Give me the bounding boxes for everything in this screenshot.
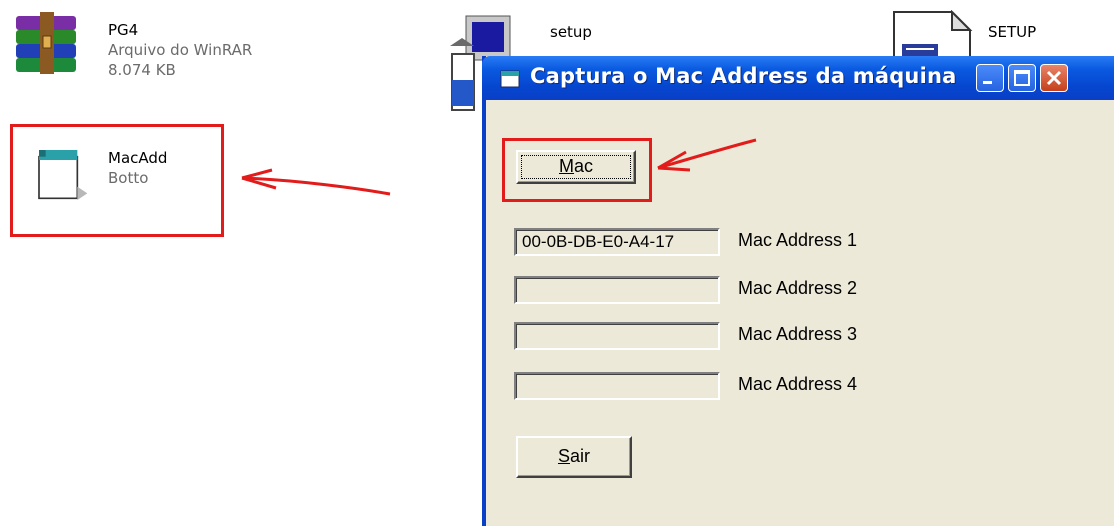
mac-address-label-1: Mac Address 1: [738, 230, 858, 250]
maximize-button[interactable]: [1008, 64, 1036, 92]
mac-address-label-4: Mac Address 4: [738, 374, 858, 394]
application-window-icon: [38, 150, 88, 200]
maximize-icon: [1014, 70, 1030, 86]
close-button[interactable]: [1040, 64, 1068, 92]
close-icon: [1046, 70, 1062, 86]
window-title: Captura o Mac Address da máquina: [530, 64, 957, 88]
file-type: Arquivo do WinRAR: [108, 41, 253, 59]
file-name: SETUP: [988, 23, 1037, 41]
file-type: Botto: [108, 169, 149, 187]
sair-button-accel: S: [557, 446, 570, 466]
title-bar[interactable]: Captura o Mac Address da máquina: [482, 56, 1114, 100]
file-name: setup: [550, 23, 592, 41]
mac-address-field-1[interactable]: 00-0B-DB-E0-A4-17: [514, 228, 720, 256]
red-arrow-icon: [657, 138, 757, 172]
red-arrow-icon: [241, 168, 391, 196]
file-name: PG4: [108, 21, 139, 39]
file-name: MacAdd: [108, 149, 168, 167]
mac-address-field-4[interactable]: [514, 372, 720, 400]
mac-address-field-2[interactable]: [514, 276, 720, 304]
minimize-button[interactable]: [976, 64, 1004, 92]
mac-capture-dialog: Captura o Mac Address da máquina Mac 00-…: [482, 56, 1114, 526]
desktop-item-setup-config[interactable]: SETUP: [890, 8, 1114, 69]
minimize-icon: [983, 81, 992, 84]
window-app-icon: [500, 70, 520, 88]
mac-address-field-3[interactable]: [514, 322, 720, 350]
winrar-archive-icon: [16, 12, 76, 74]
sair-button[interactable]: Sair: [516, 436, 632, 478]
sair-button-label: air: [570, 446, 591, 466]
desktop-item-pg4[interactable]: PG4 Arquivo do WinRAR 8.074 KB: [10, 8, 330, 88]
focus-ring: [521, 155, 631, 179]
mac-button[interactable]: Mac: [516, 150, 636, 184]
desktop-item-macadd[interactable]: MacAdd Botto: [10, 124, 224, 237]
mac-address-label-3: Mac Address 3: [738, 324, 858, 344]
file-size: 8.074 KB: [108, 61, 176, 79]
mac-address-label-2: Mac Address 2: [738, 278, 858, 298]
